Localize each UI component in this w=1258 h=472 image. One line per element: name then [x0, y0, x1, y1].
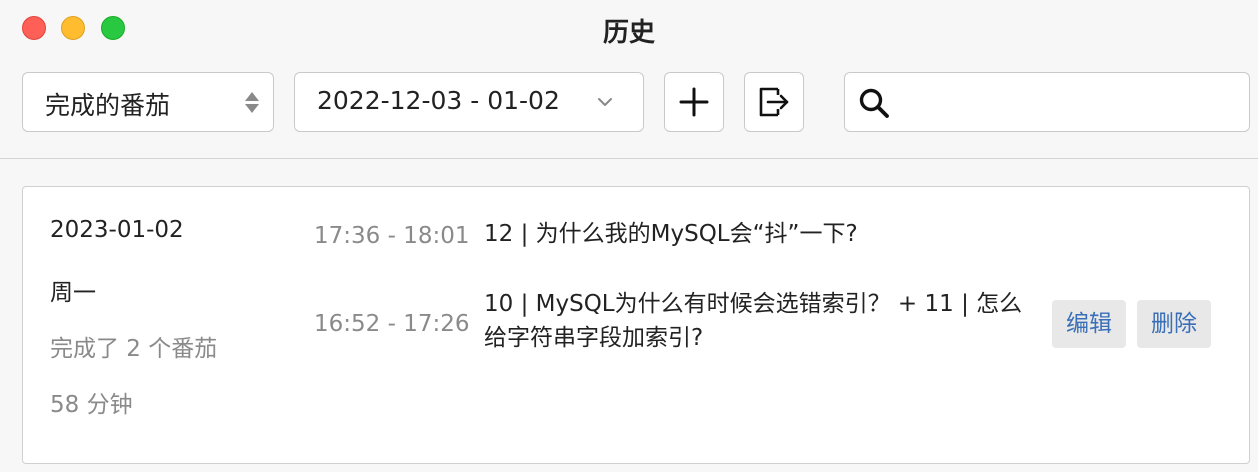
search-icon — [859, 88, 889, 118]
day-date: 2023-01-02 — [50, 217, 184, 243]
export-icon — [759, 87, 789, 117]
search-input[interactable] — [903, 83, 1237, 121]
chevron-down-icon — [598, 98, 612, 106]
window-title: 历史 — [602, 18, 655, 48]
entry-time: 16:52 - 17:26 — [314, 311, 470, 337]
day-pomodoro-count: 完成了 2 个番茄 — [50, 336, 218, 362]
search-box[interactable] — [844, 72, 1250, 132]
entry-title: 12 | 为什么我的MySQL会“抖”一下? — [484, 221, 858, 247]
day-weekday: 周一 — [50, 280, 96, 306]
date-range-value: 2022-12-03 - 01-02 — [317, 86, 560, 115]
plus-icon — [679, 87, 709, 117]
delete-button[interactable]: 删除 — [1137, 300, 1211, 348]
day-history-card: 2023-01-02 周一 完成了 2 个番茄 58 分钟 17:36 - 18… — [22, 186, 1250, 464]
entry-time: 17:36 - 18:01 — [314, 223, 470, 249]
toolbar-divider — [0, 158, 1258, 159]
record-type-value: 完成的番茄 — [45, 91, 171, 120]
up-down-arrows-icon — [245, 92, 259, 114]
edit-button[interactable]: 编辑 — [1052, 300, 1126, 348]
day-total-minutes: 58 分钟 — [50, 392, 133, 418]
entry-title: 10 | MySQL为什么有时候会选错索引？ + 11 | 怎么给字符串字段加索… — [484, 291, 1023, 351]
date-range-select[interactable]: 2022-12-03 - 01-02 — [294, 72, 644, 132]
add-button[interactable] — [664, 72, 724, 132]
record-type-select[interactable]: 完成的番茄 — [22, 72, 274, 132]
export-button[interactable] — [744, 72, 804, 132]
title-bar: 历史 — [0, 0, 1258, 56]
